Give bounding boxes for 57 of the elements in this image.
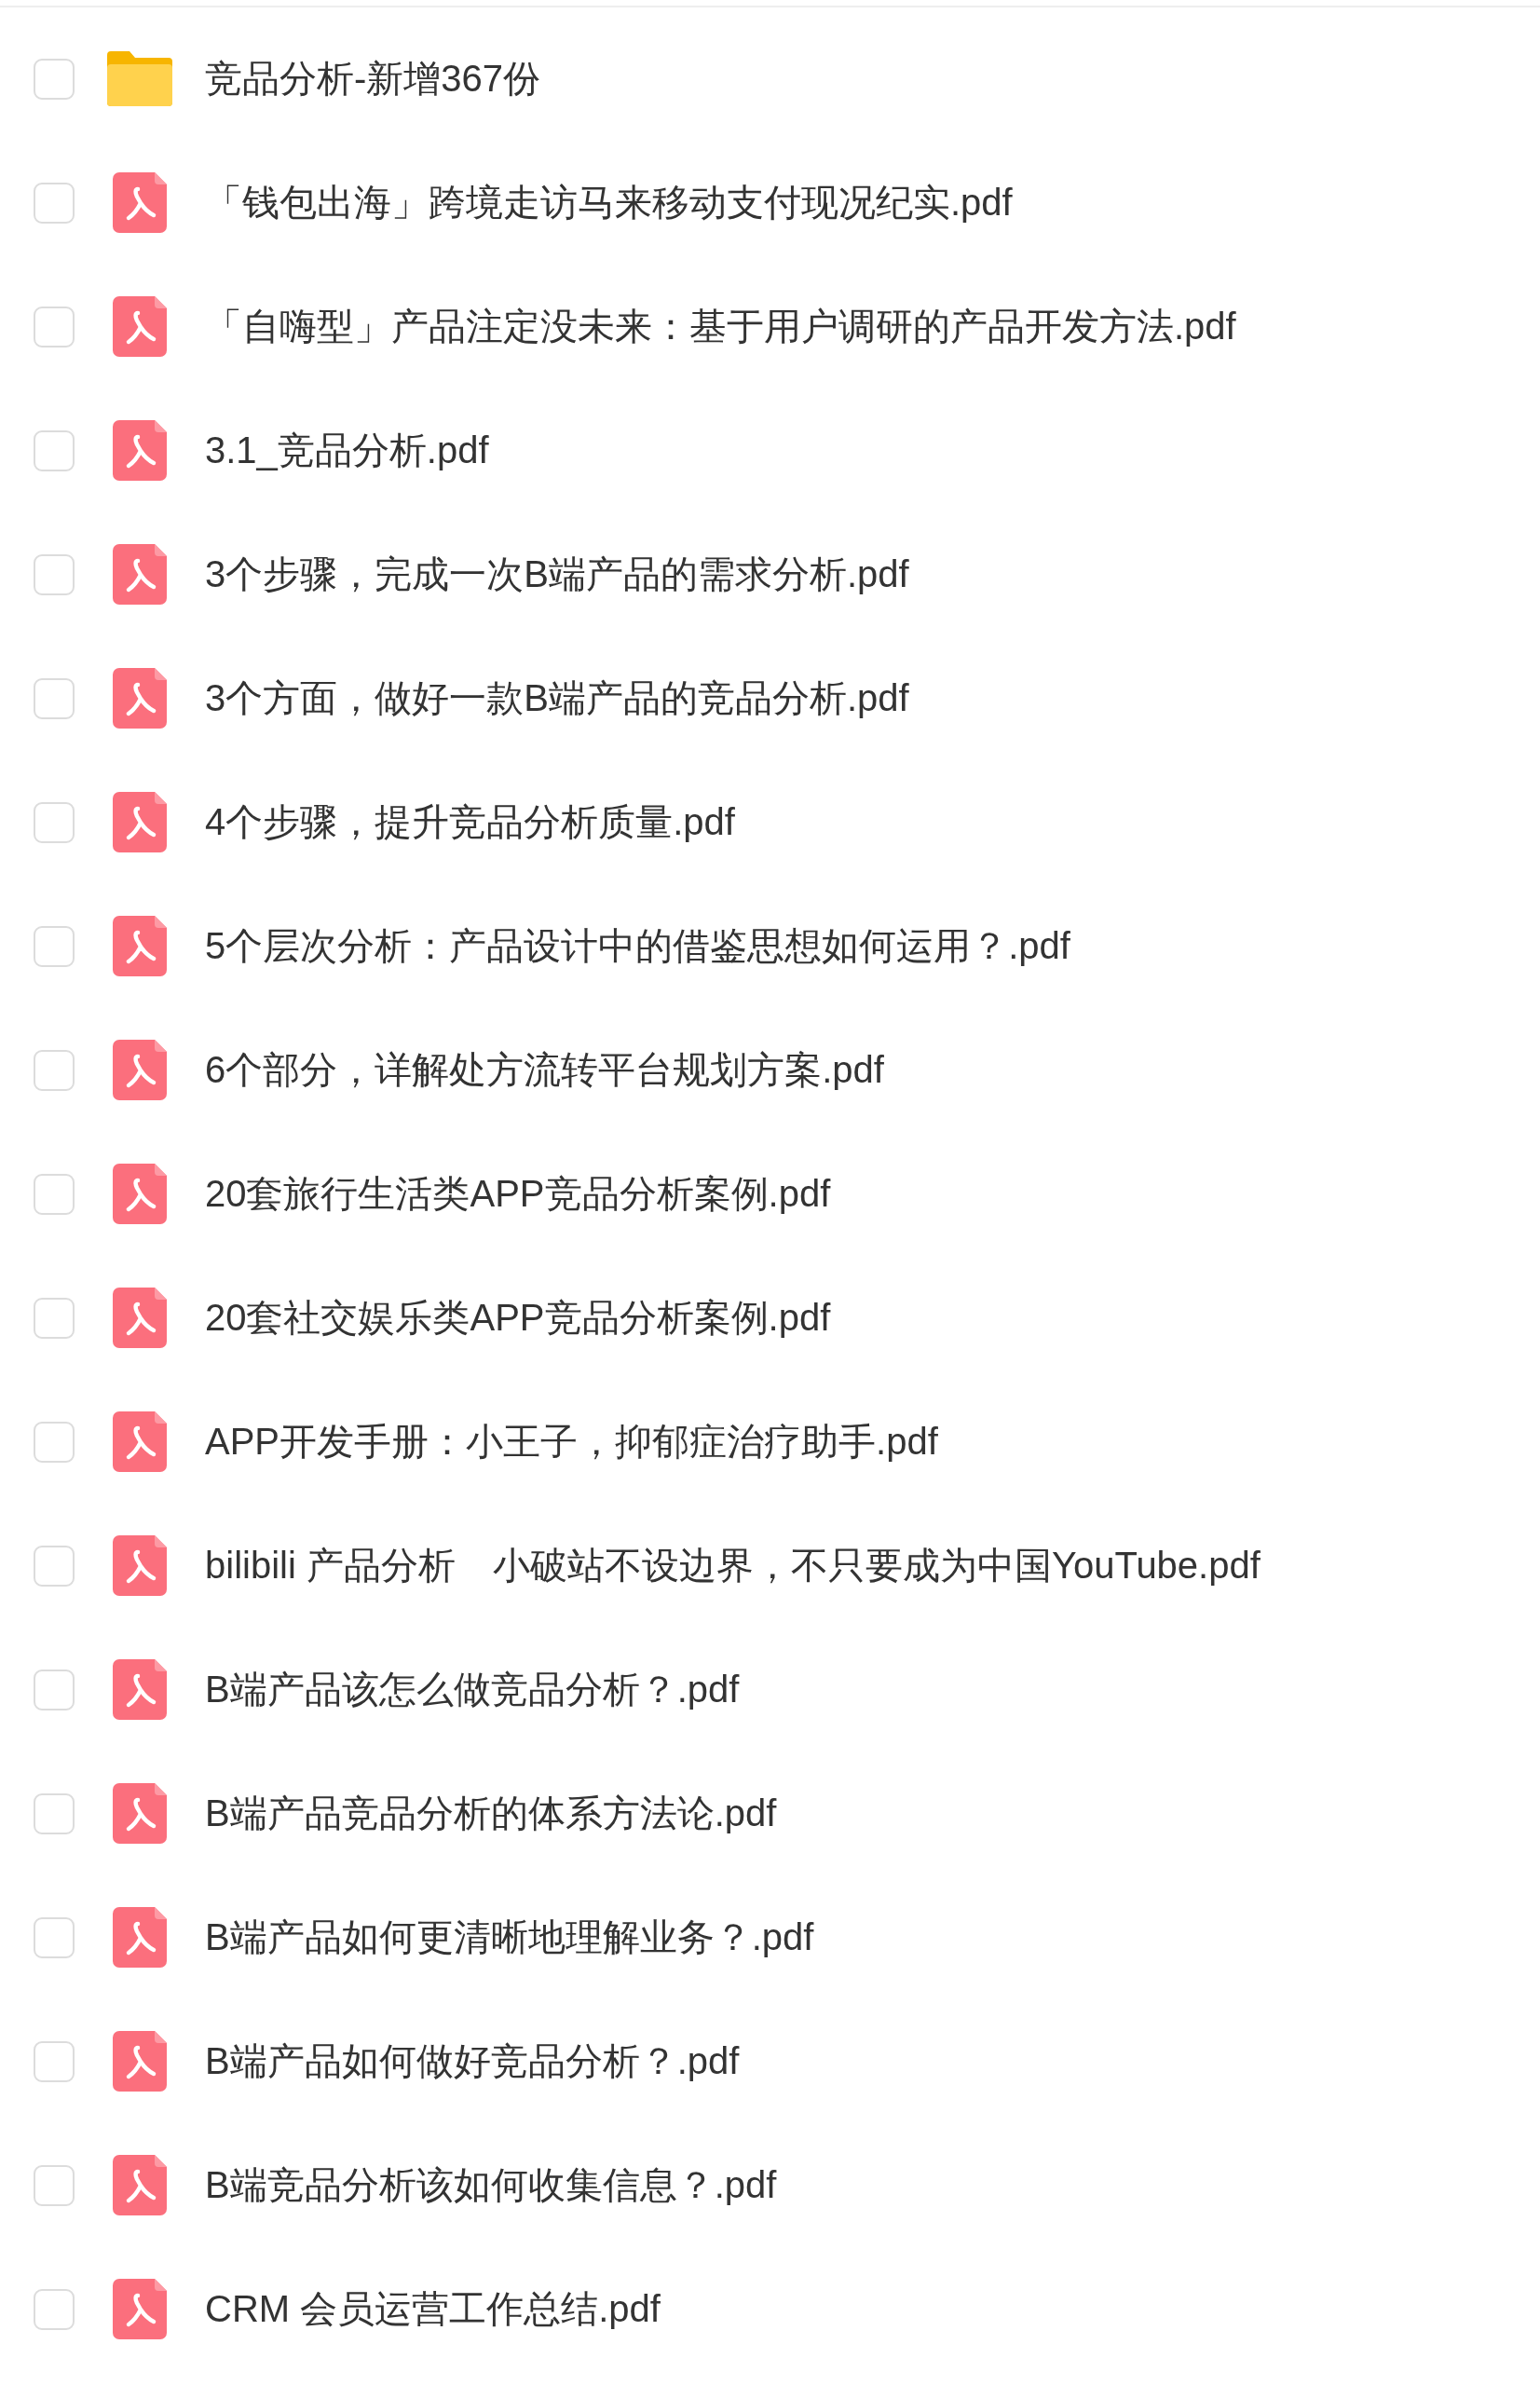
pdf-file-icon — [113, 544, 167, 605]
checkbox[interactable] — [34, 58, 75, 100]
pdf-file-icon — [113, 1164, 167, 1224]
pdf-file-icon — [113, 1535, 167, 1596]
pdf-file-icon — [113, 420, 167, 481]
checkbox[interactable] — [34, 2040, 75, 2082]
file-name[interactable]: 「钱包出海」跨境走访马来移动支付现况纪实.pdf — [205, 177, 1013, 228]
pdf-file-icon — [113, 2031, 167, 2092]
pdf-file-icon — [113, 1907, 167, 1968]
file-name[interactable]: B端竞品分析该如何收集信息？.pdf — [205, 2160, 777, 2211]
pdf-file-icon — [113, 172, 167, 233]
file-name[interactable]: 竞品分析-新增367份 — [205, 53, 541, 104]
file-name[interactable]: 20套社交娱乐类APP竞品分析案例.pdf — [205, 1292, 831, 1343]
pdf-file-icon — [113, 2279, 167, 2339]
file-name[interactable]: B端产品竞品分析的体系方法论.pdf — [205, 1788, 777, 1839]
pdf-file-icon — [113, 1288, 167, 1348]
pdf-file-icon — [113, 1659, 167, 1720]
file-name[interactable]: 3个方面，做好一款B端产品的竞品分析.pdf — [205, 673, 909, 724]
file-name[interactable]: B端产品该怎么做竞品分析？.pdf — [205, 1664, 740, 1715]
pdf-file-icon — [113, 916, 167, 976]
checkbox[interactable] — [34, 801, 75, 843]
pdf-file-icon — [113, 296, 167, 357]
checkbox[interactable] — [34, 1545, 75, 1587]
checkbox[interactable] — [34, 1297, 75, 1339]
checkbox[interactable] — [34, 2288, 75, 2330]
pdf-file-icon — [113, 1783, 167, 1844]
checkbox[interactable] — [34, 1049, 75, 1091]
checkbox[interactable] — [34, 1669, 75, 1710]
file-name[interactable]: 「自嗨型」产品注定没未来：基于用户调研的产品开发方法.pdf — [205, 301, 1236, 352]
file-name[interactable]: CRM 会员运营工作总结.pdf — [205, 2283, 661, 2335]
checkbox[interactable] — [34, 553, 75, 595]
pdf-file-icon — [113, 2155, 167, 2215]
file-name[interactable]: 6个部分，详解处方流转平台规划方案.pdf — [205, 1044, 884, 1096]
checkbox[interactable] — [34, 1421, 75, 1463]
checkbox[interactable] — [34, 306, 75, 348]
file-name[interactable]: 20套旅行生活类APP竞品分析案例.pdf — [205, 1168, 831, 1220]
pdf-file-icon — [113, 792, 167, 852]
file-name[interactable]: APP开发手册：小王子，抑郁症治疗助手.pdf — [205, 1416, 938, 1467]
file-name[interactable]: B端产品如何更清晰地理解业务？.pdf — [205, 1912, 814, 1963]
checkbox[interactable] — [34, 1916, 75, 1958]
pdf-file-icon — [113, 1040, 167, 1100]
file-name[interactable]: 3.1_竞品分析.pdf — [205, 425, 489, 476]
pdf-file-icon — [113, 1411, 167, 1472]
checkbox[interactable] — [34, 677, 75, 719]
pdf-file-icon — [113, 668, 167, 729]
file-name[interactable]: 3个步骤，完成一次B端产品的需求分析.pdf — [205, 549, 909, 600]
checkbox[interactable] — [34, 925, 75, 967]
file-name[interactable]: bilibili 产品分析 小破站不设边界，不只要成为中国YouTube.pdf — [205, 1540, 1261, 1591]
file-name[interactable]: 5个层次分析：产品设计中的借鉴思想如何运用？.pdf — [205, 920, 1070, 972]
file-name[interactable]: 4个步骤，提升竞品分析质量.pdf — [205, 797, 735, 848]
checkbox[interactable] — [34, 2164, 75, 2206]
checkbox[interactable] — [34, 1792, 75, 1834]
checkbox[interactable] — [34, 429, 75, 471]
checkbox[interactable] — [34, 182, 75, 224]
folder-icon — [107, 51, 172, 106]
file-name[interactable]: B端产品如何做好竞品分析？.pdf — [205, 2036, 740, 2087]
checkbox[interactable] — [34, 1173, 75, 1215]
